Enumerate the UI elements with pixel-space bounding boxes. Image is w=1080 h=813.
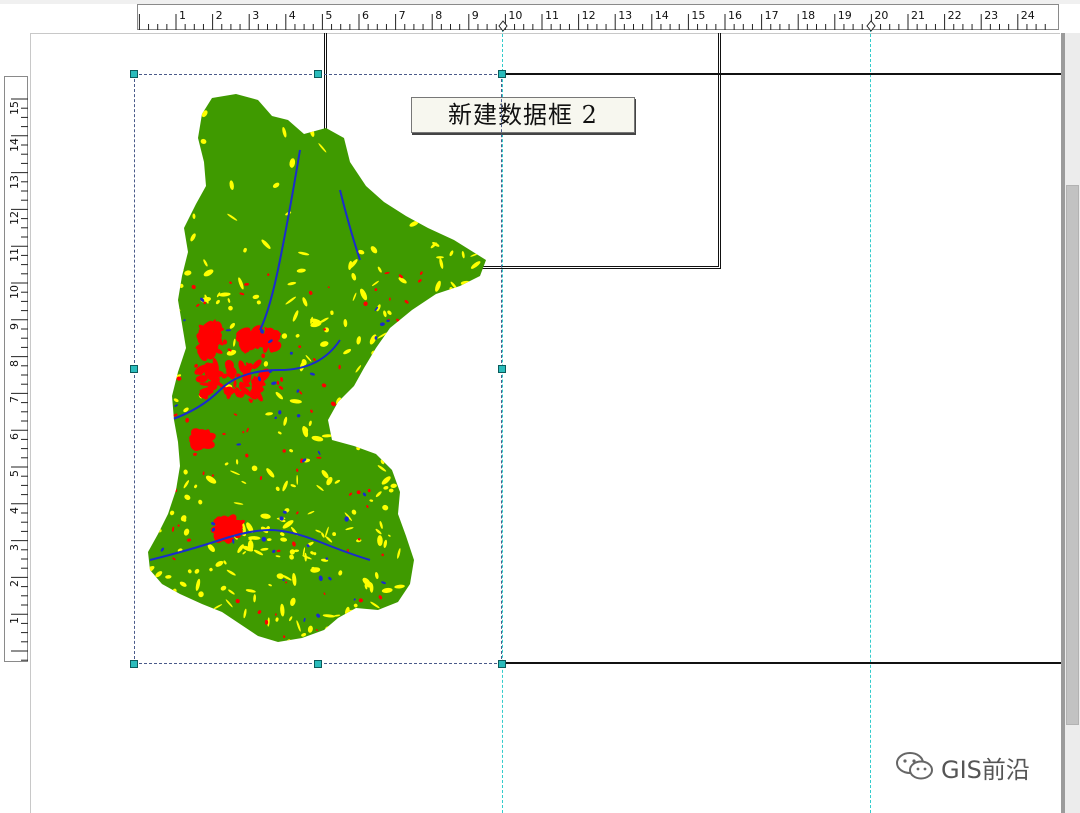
ruler-label: 11	[545, 9, 559, 22]
vertical-ruler[interactable]: 15 14 13 12 11 10 9 8 7 6 5 4 3 2 1	[4, 76, 28, 662]
ruler-label: 19	[837, 9, 852, 22]
ruler-label: 6	[362, 9, 369, 22]
resize-handle-right[interactable]	[498, 365, 506, 373]
guide-marker-icon[interactable]	[865, 20, 877, 32]
ruler-label: 22	[947, 9, 962, 22]
ruler-label: 24	[1020, 9, 1035, 22]
ruler-label: 14	[654, 9, 669, 22]
vertical-ruler-ticks	[11, 98, 28, 661]
ruler-label: 7	[398, 9, 406, 22]
ruler-label: 15	[8, 101, 21, 115]
data-frame-border	[502, 662, 1061, 664]
ruler-label: 10	[508, 9, 523, 22]
resize-handle-bottom-right[interactable]	[498, 660, 506, 668]
resize-handle-top-left[interactable]	[130, 70, 138, 78]
ruler-label: 10	[8, 285, 21, 299]
ruler-label: 9	[8, 322, 21, 330]
resize-handle-left[interactable]	[130, 365, 138, 373]
map-data-frame-selection[interactable]	[134, 74, 502, 664]
ruler-label: 4	[288, 9, 296, 22]
ruler-label: 12	[581, 9, 596, 22]
ruler-label: 9	[471, 9, 479, 22]
ruler-label: 4	[8, 506, 21, 514]
ruler-label: 23	[984, 9, 999, 22]
ruler-label: 13	[618, 9, 633, 22]
ruler-label: 1	[8, 617, 21, 625]
layout-guide[interactable]	[870, 24, 871, 813]
guide-marker-icon[interactable]	[497, 20, 509, 32]
ruler-label: 5	[8, 470, 21, 477]
watermark: GIS前沿	[893, 748, 1063, 784]
ruler-label: 11	[8, 248, 21, 263]
ruler-label: 16	[728, 9, 742, 22]
ruler-label: 15	[691, 9, 706, 22]
ruler-label: 2	[215, 9, 223, 22]
resize-handle-bottom-left[interactable]	[130, 660, 138, 668]
ruler-label: 3	[8, 543, 21, 551]
ruler-label: 1	[179, 9, 186, 22]
ruler-label: 13	[8, 174, 21, 189]
watermark-text: GIS前沿	[941, 756, 1030, 784]
ruler-label: 14	[8, 137, 21, 152]
resize-handle-bottom[interactable]	[314, 660, 322, 668]
wechat-icon	[896, 752, 933, 780]
resize-handle-top[interactable]	[314, 70, 322, 78]
vertical-scrollbar-thumb[interactable]	[1066, 185, 1079, 725]
ruler-label: 21	[911, 9, 925, 22]
ruler-label: 6	[8, 433, 21, 441]
ruler-label: 8	[8, 359, 21, 367]
ruler-label: 17	[764, 9, 779, 22]
ruler-label: 18	[801, 9, 816, 22]
ruler-label: 7	[8, 396, 21, 404]
ruler-label: 8	[435, 9, 443, 22]
ruler-label: 3	[252, 9, 260, 22]
ruler-label: 2	[8, 580, 21, 588]
resize-handle-top-right[interactable]	[498, 70, 506, 78]
ruler-label: 12	[8, 211, 21, 226]
horizontal-ruler[interactable]: 1 2 3 4 5 6 7 8 9 10 11 12 13 14 15 16 17 18 19 20 21 22 23 24	[137, 4, 1059, 30]
ruler-label: 5	[325, 9, 333, 22]
